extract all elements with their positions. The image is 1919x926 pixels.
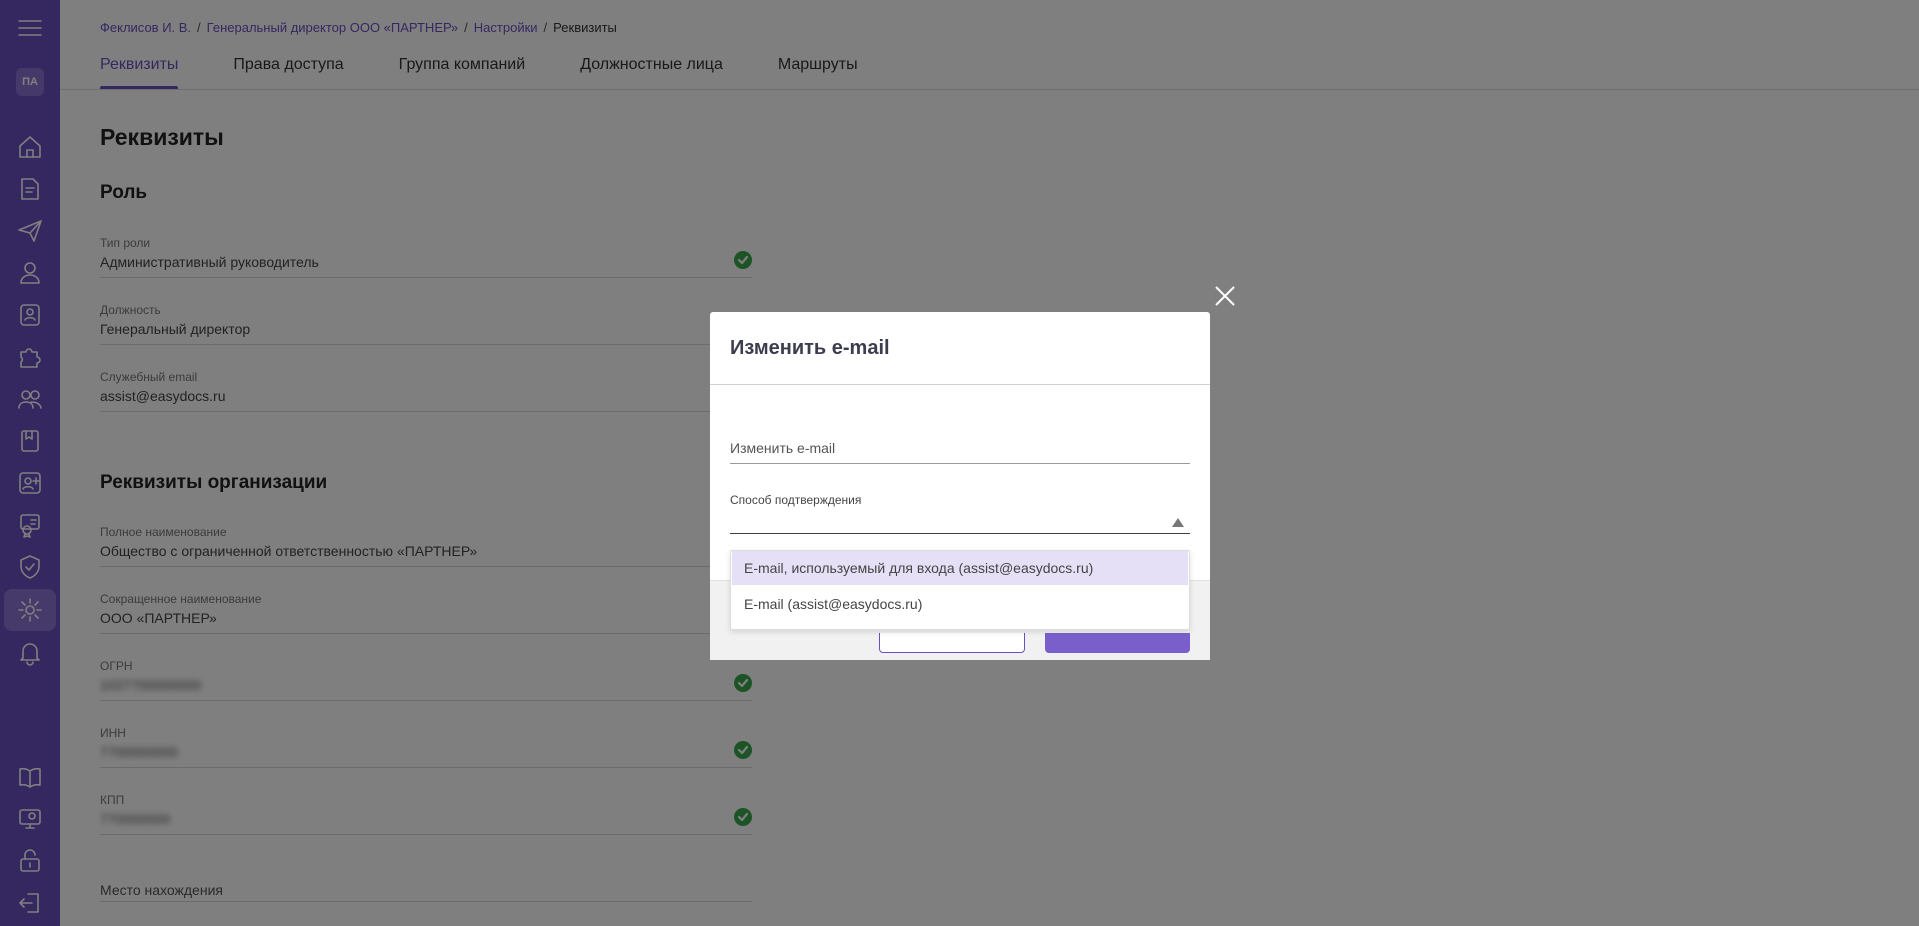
select-label: Способ подтверждения <box>730 493 862 507</box>
dropdown-option-login-email[interactable]: E-mail, используемый для входа (assist@e… <box>732 551 1188 585</box>
email-input-placeholder: Изменить e-mail <box>730 440 836 456</box>
confirmation-options-dropdown: E-mail, используемый для входа (assist@e… <box>730 550 1190 630</box>
close-icon[interactable] <box>1213 284 1237 308</box>
modal-divider <box>710 384 1210 385</box>
chevron-up-icon[interactable] <box>1172 518 1184 527</box>
submit-button[interactable] <box>1045 633 1190 653</box>
modal-title: Изменить e-mail <box>730 337 890 359</box>
confirmation-method-select[interactable]: Способ подтверждения <box>730 490 1190 534</box>
cancel-button[interactable] <box>879 633 1025 653</box>
dropdown-option-email[interactable]: E-mail (assist@easydocs.ru) <box>732 587 1188 621</box>
email-input[interactable]: Изменить e-mail <box>730 440 1190 464</box>
